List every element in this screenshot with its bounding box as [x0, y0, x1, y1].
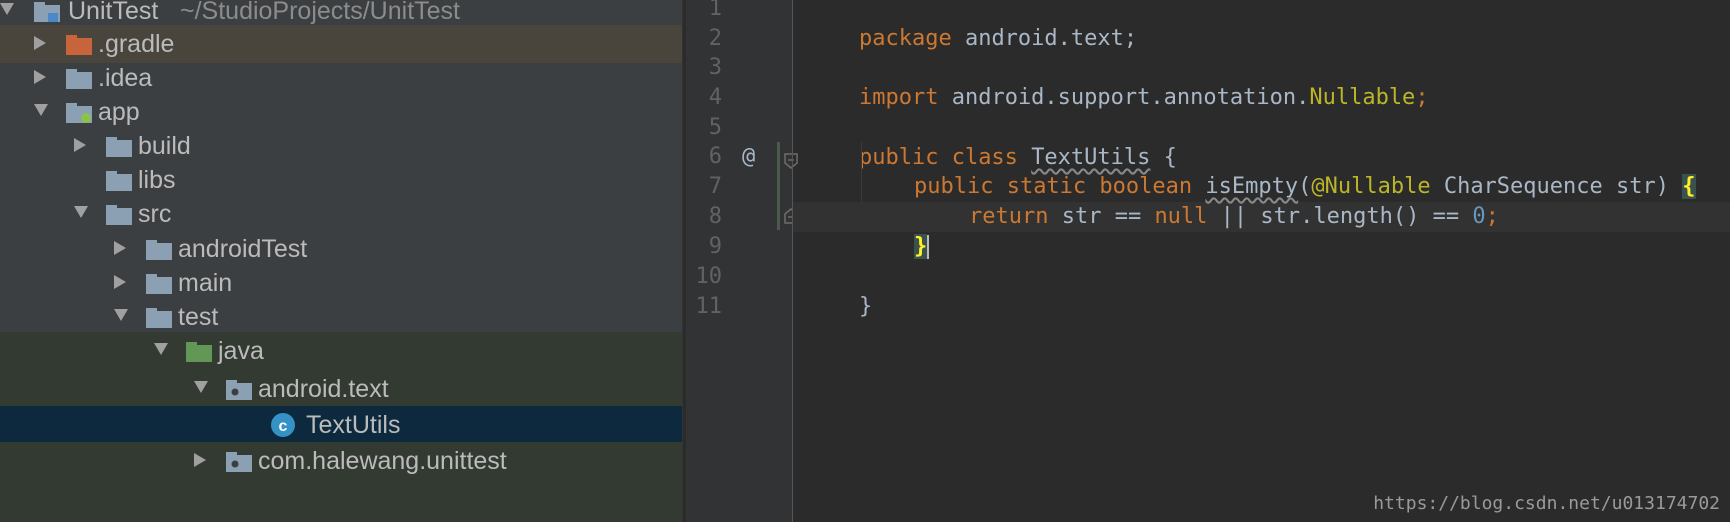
- code-line: public static boolean isEmpty(@Nullable …: [861, 142, 1696, 199]
- folder-icon: [106, 134, 132, 158]
- line-number: 8: [708, 204, 722, 229]
- chevron-right-icon[interactable]: [34, 59, 54, 97]
- change-marker: [777, 142, 780, 230]
- package-icon: [226, 377, 252, 401]
- root-label: UnitTest: [68, 0, 159, 25]
- fold-start-icon[interactable]: [784, 150, 798, 175]
- folder-icon: [66, 66, 92, 90]
- folder-orange-icon: [66, 32, 92, 56]
- tree-item-app[interactable]: app: [0, 93, 682, 131]
- code-line: }: [861, 202, 930, 259]
- semicolon: ;: [1485, 204, 1499, 229]
- semicolon: ;: [1415, 85, 1429, 110]
- keyword: import: [858, 85, 939, 110]
- tree-item-test[interactable]: test: [0, 298, 682, 336]
- tree-item-textutils[interactable]: c TextUtils: [0, 406, 682, 442]
- chevron-right-icon[interactable]: [194, 442, 214, 480]
- matched-brace: {: [1682, 174, 1696, 199]
- editor-gutter: 1 2 3 4 5 6 7 8 9 10 11 @: [686, 0, 798, 522]
- class-icon: c: [270, 412, 296, 437]
- line-number: 3: [708, 55, 722, 80]
- code-text: }: [858, 294, 873, 319]
- annotation-name: Nullable: [1309, 85, 1416, 110]
- code-line: return str == null || str.length() == 0;: [916, 172, 1499, 229]
- chevron-down-icon[interactable]: [154, 332, 174, 370]
- chevron-down-icon[interactable]: [74, 195, 94, 233]
- line-number: 7: [708, 174, 722, 199]
- tree-item-label: androidTest: [178, 235, 308, 263]
- line-number: 9: [708, 234, 722, 259]
- tree-item-src[interactable]: src: [0, 195, 682, 233]
- gutter-border: [792, 0, 793, 522]
- number-literal: 0: [1472, 204, 1486, 229]
- code-text: android.support.annotation.: [938, 85, 1310, 110]
- package-icon: [226, 449, 252, 473]
- tree-item-java[interactable]: java: [0, 332, 682, 370]
- code-editor[interactable]: 1 2 3 4 5 6 7 8 9 10 11 @ package androi…: [686, 0, 1730, 522]
- line-number: 1: [708, 0, 722, 21]
- line-number: 10: [695, 264, 723, 289]
- folder-icon: [146, 271, 172, 295]
- folder-icon: [146, 305, 172, 329]
- folder-icon: [106, 168, 132, 192]
- tree-item-com-halewang-unittest[interactable]: com.halewang.unittest: [0, 442, 682, 480]
- keyword: return: [968, 204, 1049, 229]
- project-folder-icon: [34, 0, 60, 23]
- matched-brace: }: [913, 234, 928, 259]
- chevron-right-icon[interactable]: [34, 25, 54, 63]
- module-folder-icon: [66, 100, 92, 124]
- code-text: android.text;: [951, 26, 1138, 51]
- code-text: || str.length() ==: [1207, 204, 1473, 229]
- line-number: 4: [708, 85, 722, 110]
- tree-item-main[interactable]: main: [0, 264, 682, 302]
- project-tree: UnitTest ~/StudioProjects/UnitTest .grad…: [0, 0, 682, 522]
- tree-item-label: android.text: [258, 375, 389, 403]
- code-text: str ==: [1048, 204, 1155, 229]
- tree-filler: [0, 480, 682, 522]
- watermark: https://blog.csdn.net/u013174702: [1373, 493, 1720, 514]
- tree-item-androidtest[interactable]: androidTest: [0, 230, 682, 268]
- code-line: package android.text;: [806, 0, 1137, 51]
- tree-item-label: libs: [138, 166, 176, 194]
- chevron-right-icon[interactable]: [114, 230, 134, 268]
- chevron-down-icon[interactable]: [114, 298, 134, 336]
- chevron-right-icon[interactable]: [74, 127, 94, 165]
- tree-item-build[interactable]: build: [0, 127, 682, 165]
- indent-guide: [861, 142, 862, 202]
- tree-item-label: test: [178, 303, 219, 331]
- folder-icon: [106, 202, 132, 226]
- keyword: null: [1154, 204, 1208, 229]
- implemented-marker-icon[interactable]: @: [742, 142, 755, 172]
- folder-green-icon: [186, 339, 212, 363]
- line-number: 11: [695, 294, 723, 319]
- line-number: 2: [708, 26, 722, 51]
- tree-item-gradle[interactable]: .gradle: [0, 25, 682, 63]
- chevron-down-icon[interactable]: [194, 370, 214, 408]
- line-number: 6: [708, 144, 722, 169]
- keyword: package: [858, 26, 952, 51]
- tree-item-label: .idea: [98, 64, 153, 92]
- chevron-right-icon[interactable]: [114, 264, 134, 302]
- tree-item-idea[interactable]: .idea: [0, 59, 682, 97]
- tree-item-label: .gradle: [98, 30, 175, 58]
- tree-item-label: java: [218, 337, 264, 365]
- tree-item-android-text[interactable]: android.text: [0, 370, 682, 406]
- folder-icon: [146, 237, 172, 261]
- text-cursor: [927, 235, 930, 259]
- svg-text:c: c: [279, 418, 288, 435]
- tree-item-libs[interactable]: libs: [0, 161, 682, 199]
- tree-item-label: build: [138, 132, 191, 160]
- tree-item-label: main: [178, 269, 233, 297]
- tree-item-label: TextUtils: [306, 411, 401, 439]
- code-line: public class TextUtils {: [806, 113, 1177, 170]
- line-number: 5: [708, 115, 722, 140]
- tree-item-label: com.halewang.unittest: [258, 447, 507, 475]
- code-line: }: [806, 262, 872, 319]
- tree-item-label: app: [98, 98, 140, 126]
- code-line: import android.support.annotation.Nullab…: [806, 53, 1429, 110]
- tree-item-label: src: [138, 200, 172, 228]
- root-path: ~/StudioProjects/UnitTest: [180, 0, 460, 25]
- chevron-down-icon[interactable]: [34, 93, 54, 131]
